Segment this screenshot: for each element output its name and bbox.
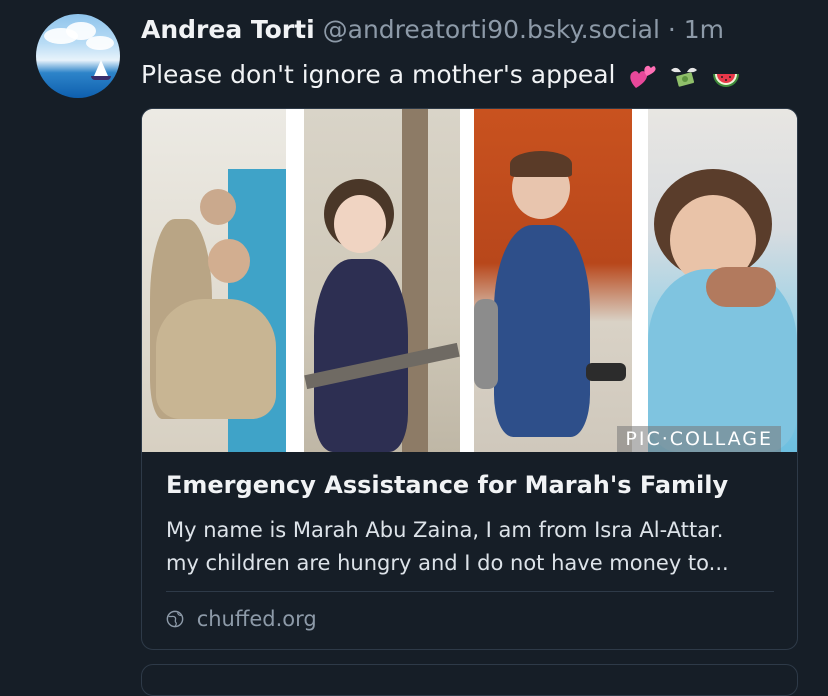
collage-watermark: PIC·COLLAGE xyxy=(617,426,781,452)
two-hearts-emoji xyxy=(630,65,657,88)
link-card-domain-text: chuffed.org xyxy=(196,607,317,631)
post-text: Please don't ignore a mother's appeal xyxy=(141,58,745,93)
link-card-domain[interactable]: chuffed.org xyxy=(166,607,317,631)
collage-photo-4 xyxy=(648,109,797,452)
globe-icon xyxy=(166,610,184,628)
collage-photo-1 xyxy=(142,109,286,452)
author-name[interactable]: Andrea Torti xyxy=(141,15,315,44)
separator: · xyxy=(667,15,676,44)
link-card-divider xyxy=(166,591,774,592)
post-text-content: Please don't ignore a mother's appeal xyxy=(141,60,616,89)
next-post-card[interactable] xyxy=(141,664,798,696)
link-card[interactable]: PIC·COLLAGE Emergency Assistance for Mar… xyxy=(141,108,798,650)
sailboat-icon xyxy=(94,60,108,76)
author-avatar[interactable] xyxy=(36,14,120,98)
link-card-description-line: My name is Marah Abu Zaina, I am from Is… xyxy=(166,518,724,542)
link-card-description-line: my children are hungry and I do not have… xyxy=(166,551,729,575)
post[interactable]: Andrea Torti @andreatorti90.bsky.social … xyxy=(0,0,828,696)
collage-photo-2 xyxy=(304,109,460,452)
author-handle[interactable]: @andreatorti90.bsky.social xyxy=(323,15,660,44)
collage-photo-3 xyxy=(474,109,632,452)
money-with-wings-emoji xyxy=(671,67,698,87)
link-card-image[interactable]: PIC·COLLAGE xyxy=(142,109,797,452)
link-card-title[interactable]: Emergency Assistance for Marah's Family xyxy=(166,471,728,499)
post-timestamp[interactable]: 1m xyxy=(684,15,724,44)
post-header: Andrea Torti @andreatorti90.bsky.social … xyxy=(141,14,724,46)
link-card-description: My name is Marah Abu Zaina, I am from Is… xyxy=(166,514,781,580)
watermelon-emoji xyxy=(713,74,740,87)
